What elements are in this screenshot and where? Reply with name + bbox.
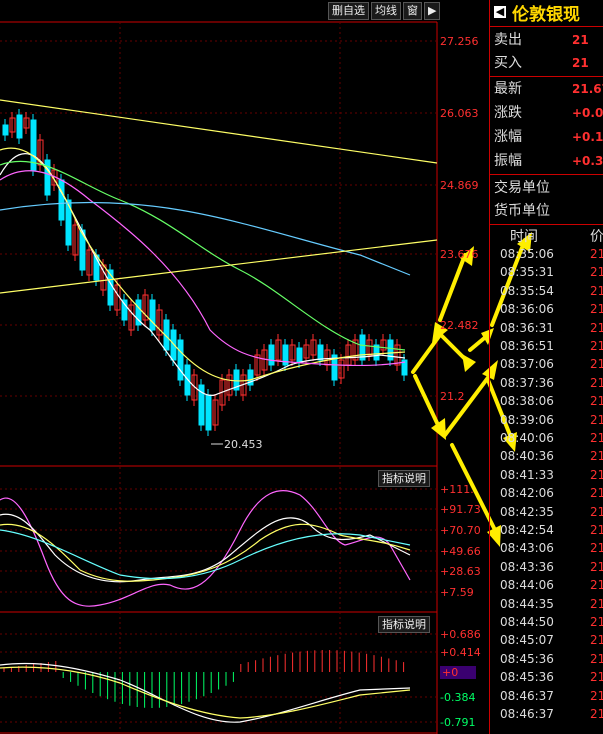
- indicator1-help-button[interactable]: 指标说明: [378, 470, 430, 487]
- candle-body: [16, 114, 23, 139]
- candle-body: [177, 339, 184, 381]
- tick-row: 08:39:06 21: [500, 412, 603, 427]
- tick-row: 08:36:06 21: [500, 302, 603, 317]
- tick-row: 08:37:06 21: [500, 357, 603, 372]
- ind2-axis-1: +0.686: [440, 628, 481, 641]
- tick-row: 08:43:36 21: [500, 559, 603, 574]
- macd-dif-line: [0, 662, 411, 723]
- tick-row: 08:40:36 21: [500, 449, 603, 464]
- candle-body: [65, 199, 72, 246]
- ind2-axis-4: -0.384: [440, 691, 476, 704]
- tick-row: 08:36:51 21: [500, 339, 603, 353]
- chart-toolbar: 删自选 均线 窗 ▶: [328, 2, 441, 20]
- quote-panel: ◀ 伦敦银现 卖出21 买入21 最新21.67 涨跌+0.02 涨幅+0.12…: [489, 0, 603, 734]
- indicator1-lines: [0, 489, 411, 607]
- quote-row-currency: 货币单位: [494, 203, 550, 219]
- axis-label-5: 22.482: [440, 319, 479, 332]
- tick-row: 08:35:31 21: [500, 265, 603, 280]
- quote-row-amplitude: 振幅+0.30: [494, 153, 603, 169]
- tick-row: 08:38:06 21: [500, 394, 603, 409]
- candle-body: [2, 124, 9, 136]
- trend-line-top: [0, 99, 438, 164]
- candle-body: [317, 344, 324, 361]
- trend-line-bottom: [0, 239, 438, 294]
- candle-body: [268, 344, 275, 366]
- tick-row: 08:40:06 21: [500, 431, 603, 445]
- tick-row: 08:42:06 21: [500, 486, 603, 501]
- tick-row: 08:45:36 21: [500, 651, 603, 666]
- axis-label-3: 24.869: [440, 179, 479, 192]
- axis-label-6: 21.2: [440, 390, 465, 403]
- stock-name: 伦敦银现: [512, 4, 580, 25]
- indicator2-lines: [0, 662, 411, 723]
- candlestick-series: [2, 109, 408, 436]
- tick-row: 08:45:07 21: [500, 633, 603, 648]
- kdj-k-line: [0, 489, 411, 607]
- tick-row: 08:36:31 21: [500, 320, 603, 335]
- tick-row: 08:42:54 21: [500, 523, 603, 537]
- back-nav-icon[interactable]: ◀: [494, 6, 506, 18]
- window-button[interactable]: 窗: [403, 2, 422, 20]
- quote-row-latest: 最新21.67: [494, 81, 603, 97]
- low-marker: 20.453: [211, 438, 263, 451]
- ind1-axis-2: +91.73: [440, 503, 481, 516]
- candle-body: [205, 394, 212, 431]
- candle-body: [121, 299, 128, 321]
- ind2-axis-5: -0.791: [440, 716, 476, 729]
- quote-row-sell: 卖出 21: [494, 32, 589, 48]
- tick-row: 08:37:36 21: [500, 375, 603, 390]
- moving-average-lines: [0, 99, 438, 396]
- candle-body: [296, 347, 303, 363]
- quote-row-trade-unit: 交易单位: [494, 180, 550, 196]
- axis-label-4: 23.676: [440, 248, 479, 261]
- kdj-d-line: [0, 513, 411, 583]
- axis-label-1: 27.256: [440, 35, 479, 48]
- candle-body: [149, 299, 156, 331]
- ind1-axis-5: +28.63: [440, 565, 481, 578]
- quote-row-change: 涨跌+0.02: [494, 105, 603, 121]
- quote-row-buy: 买入 21: [494, 55, 589, 71]
- tick-row: 08:41:33 21: [500, 467, 603, 482]
- tick-row: 08:35:06 21: [500, 247, 603, 261]
- ind1-axis-4: +49.66: [440, 545, 481, 558]
- play-icon[interactable]: ▶: [424, 2, 441, 20]
- candle-body: [58, 179, 65, 221]
- tick-row: 08:35:54 21: [500, 283, 603, 298]
- indicator2-help-button[interactable]: 指标说明: [378, 616, 430, 633]
- tick-row: 08:42:35 21: [500, 504, 603, 519]
- axis-label-2: 26.063: [440, 107, 479, 120]
- low-price-label: 20.453: [224, 438, 263, 451]
- tick-row: 08:44:50 21: [500, 615, 603, 629]
- stock-title-bar: ◀ 伦敦银现: [490, 0, 603, 25]
- tick-row: 08:46:37 21: [500, 688, 603, 703]
- tick-row: 08:45:36 21: [500, 670, 603, 685]
- ind2-axis-zero: +0: [440, 666, 477, 679]
- ind1-axis-1: +111.: [440, 483, 474, 496]
- ind2-axis-2: +0.414: [440, 646, 481, 659]
- tick-row: 08:43:06 21: [500, 541, 603, 556]
- remove-favorite-button[interactable]: 删自选: [328, 2, 369, 20]
- tick-row: 08:44:06 21: [500, 578, 603, 593]
- ind1-axis-6: +7.59: [440, 586, 474, 599]
- quote-row-change-pct: 涨幅+0.12: [494, 129, 603, 145]
- tick-row: 08:44:35 21: [500, 596, 603, 611]
- moving-average-button[interactable]: 均线: [371, 2, 401, 20]
- tick-row: 08:46:37 21: [500, 707, 603, 721]
- ind1-axis-3: +70.70: [440, 524, 481, 537]
